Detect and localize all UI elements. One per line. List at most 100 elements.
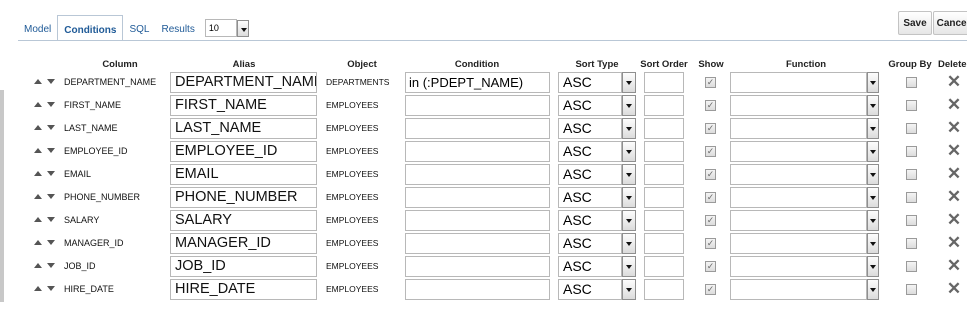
group-by-checkbox[interactable] — [906, 77, 917, 88]
chevron-down-icon[interactable] — [622, 95, 636, 116]
delete-x-icon[interactable]: ✕ — [946, 95, 962, 115]
chevron-down-icon[interactable] — [867, 95, 879, 116]
alias-input[interactable]: SALARY — [170, 210, 317, 231]
sort-type-select[interactable]: ASC — [558, 141, 636, 162]
chevron-down-icon[interactable] — [867, 210, 879, 231]
arrow-up-icon[interactable] — [34, 286, 42, 291]
sort-order-input[interactable] — [644, 164, 684, 185]
chevron-down-icon[interactable] — [622, 187, 636, 208]
function-select[interactable] — [730, 72, 879, 93]
function-select[interactable] — [730, 95, 879, 116]
delete-x-icon[interactable]: ✕ — [946, 164, 962, 184]
alias-input[interactable]: LAST_NAME — [170, 118, 317, 139]
condition-input[interactable] — [405, 141, 550, 162]
group-by-checkbox[interactable] — [906, 284, 917, 295]
sort-type-select[interactable]: ASC — [558, 95, 636, 116]
show-checkbox[interactable]: ✓ — [705, 100, 716, 111]
group-by-checkbox[interactable] — [906, 238, 917, 249]
alias-input[interactable]: EMPLOYEE_ID — [170, 141, 317, 162]
show-checkbox[interactable]: ✓ — [705, 215, 716, 226]
function-value[interactable] — [730, 279, 867, 300]
chevron-down-icon[interactable] — [867, 141, 879, 162]
arrow-down-icon[interactable] — [47, 171, 55, 176]
chevron-down-icon[interactable] — [867, 256, 879, 277]
arrow-down-icon[interactable] — [47, 194, 55, 199]
function-select[interactable] — [730, 279, 879, 300]
cancel-button[interactable]: Cancel — [933, 11, 967, 35]
arrow-up-icon[interactable] — [34, 194, 42, 199]
chevron-down-icon[interactable] — [622, 210, 636, 231]
sort-order-input[interactable] — [644, 141, 684, 162]
sort-order-input[interactable] — [644, 187, 684, 208]
sort-type-select[interactable]: ASC — [558, 164, 636, 185]
sort-order-input[interactable] — [644, 256, 684, 277]
group-by-checkbox[interactable] — [906, 261, 917, 272]
condition-input[interactable] — [405, 210, 550, 231]
sort-type-value[interactable]: ASC — [558, 164, 622, 185]
chevron-down-icon[interactable] — [622, 164, 636, 185]
function-value[interactable] — [730, 118, 867, 139]
function-select[interactable] — [730, 118, 879, 139]
chevron-down-icon[interactable] — [867, 279, 879, 300]
tab-sql[interactable]: SQL — [123, 14, 155, 40]
alias-input[interactable]: EMAIL — [170, 164, 317, 185]
tab-conditions[interactable]: Conditions — [57, 15, 124, 41]
sort-type-select[interactable]: ASC — [558, 233, 636, 254]
sort-type-value[interactable]: ASC — [558, 141, 622, 162]
sort-type-value[interactable]: ASC — [558, 256, 622, 277]
function-select[interactable] — [730, 164, 879, 185]
sort-order-input[interactable] — [644, 95, 684, 116]
sort-order-input[interactable] — [644, 279, 684, 300]
chevron-down-icon[interactable] — [622, 279, 636, 300]
arrow-up-icon[interactable] — [34, 102, 42, 107]
function-value[interactable] — [730, 233, 867, 254]
chevron-down-icon[interactable] — [867, 72, 879, 93]
show-checkbox[interactable]: ✓ — [705, 261, 716, 272]
chevron-down-icon[interactable] — [867, 164, 879, 185]
arrow-up-icon[interactable] — [34, 217, 42, 222]
delete-x-icon[interactable]: ✕ — [946, 256, 962, 276]
sort-type-select[interactable]: ASC — [558, 72, 636, 93]
delete-x-icon[interactable]: ✕ — [946, 233, 962, 253]
sort-type-select[interactable]: ASC — [558, 256, 636, 277]
delete-x-icon[interactable]: ✕ — [946, 141, 962, 161]
group-by-checkbox[interactable] — [906, 192, 917, 203]
arrow-down-icon[interactable] — [47, 102, 55, 107]
chevron-down-icon[interactable] — [622, 233, 636, 254]
results-count-value[interactable]: 10 — [204, 19, 237, 37]
function-value[interactable] — [730, 256, 867, 277]
arrow-up-icon[interactable] — [34, 148, 42, 153]
arrow-up-icon[interactable] — [34, 79, 42, 84]
alias-input[interactable]: PHONE_NUMBER — [170, 187, 317, 208]
show-checkbox[interactable]: ✓ — [705, 146, 716, 157]
delete-x-icon[interactable]: ✕ — [946, 72, 962, 92]
sort-type-value[interactable]: ASC — [558, 210, 622, 231]
sort-type-value[interactable]: ASC — [558, 279, 622, 300]
function-value[interactable] — [730, 210, 867, 231]
arrow-up-icon[interactable] — [34, 171, 42, 176]
sort-type-select[interactable]: ASC — [558, 279, 636, 300]
show-checkbox[interactable]: ✓ — [705, 284, 716, 295]
alias-input[interactable]: MANAGER_ID — [170, 233, 317, 254]
sort-type-value[interactable]: ASC — [558, 233, 622, 254]
condition-input[interactable] — [405, 118, 550, 139]
results-count-select[interactable]: 10 — [204, 19, 249, 37]
sort-order-input[interactable] — [644, 233, 684, 254]
show-checkbox[interactable]: ✓ — [705, 169, 716, 180]
sort-order-input[interactable] — [644, 210, 684, 231]
chevron-down-icon[interactable] — [867, 118, 879, 139]
arrow-up-icon[interactable] — [34, 240, 42, 245]
delete-x-icon[interactable]: ✕ — [946, 279, 962, 299]
condition-input[interactable] — [405, 279, 550, 300]
delete-x-icon[interactable]: ✕ — [946, 118, 962, 138]
function-select[interactable] — [730, 256, 879, 277]
chevron-down-icon[interactable] — [622, 72, 636, 93]
alias-input[interactable]: JOB_ID — [170, 256, 317, 277]
alias-input[interactable]: HIRE_DATE — [170, 279, 317, 300]
arrow-up-icon[interactable] — [34, 263, 42, 268]
function-select[interactable] — [730, 210, 879, 231]
chevron-down-icon[interactable] — [867, 233, 879, 254]
function-select[interactable] — [730, 233, 879, 254]
alias-input[interactable]: FIRST_NAME — [170, 95, 317, 116]
group-by-checkbox[interactable] — [906, 215, 917, 226]
